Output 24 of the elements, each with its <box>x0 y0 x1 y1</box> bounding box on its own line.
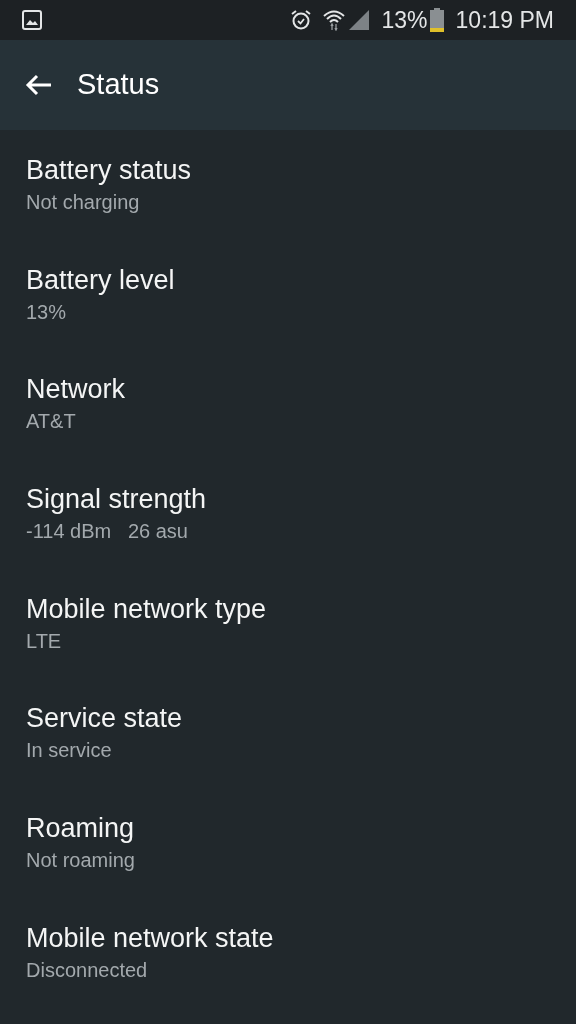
item-summary: AT&T <box>26 409 76 435</box>
item-summary: LTE <box>26 628 62 654</box>
clock: 10:19 PM <box>455 5 554 35</box>
item-summary: Not charging <box>26 190 140 215</box>
item-title: Signal strength <box>26 483 207 516</box>
battery-percent: 13% <box>381 5 428 35</box>
item-title: Battery status <box>26 154 192 186</box>
item-summary: -114 dBm 26 asu <box>26 519 188 545</box>
image-icon <box>22 10 42 30</box>
item-title: Roaming <box>26 812 135 845</box>
item-summary: Disconnected <box>26 957 148 983</box>
item-summary: Not roaming <box>26 848 135 874</box>
alarm-clock-icon <box>289 9 312 31</box>
item-title: Service state <box>26 702 183 735</box>
item-title: Network <box>26 373 126 406</box>
item-title: Mobile network state <box>26 921 274 954</box>
item-title: Battery level <box>26 263 175 296</box>
item-title: Mobile network type <box>26 592 267 625</box>
screen-title: Status <box>77 67 160 103</box>
item-summary: In service <box>26 738 112 764</box>
signal-icon <box>347 9 370 31</box>
item-summary: 13% <box>26 299 67 325</box>
wifi-icon <box>321 9 346 31</box>
battery-icon <box>429 8 444 32</box>
